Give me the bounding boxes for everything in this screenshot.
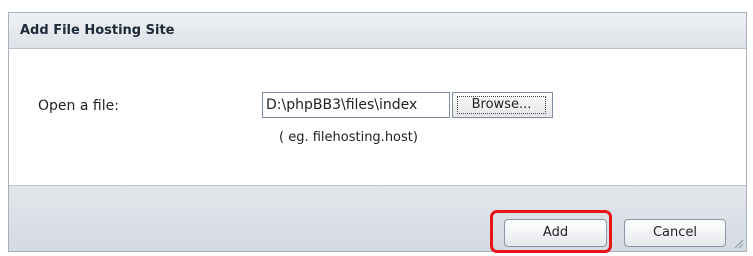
dialog-titlebar[interactable]: Add File Hosting Site	[9, 13, 746, 49]
add-file-hosting-dialog: Add File Hosting Site Open a file: D:\ph…	[8, 12, 747, 253]
dialog-title: Add File Hosting Site	[20, 23, 175, 38]
dialog-footer: Add Cancel	[9, 185, 746, 253]
highlight-box	[490, 210, 612, 253]
browse-button-label: Browse...	[457, 96, 546, 114]
example-hint: ( eg. filehosting.host)	[279, 130, 418, 145]
file-path-field[interactable]: D:\phpBB3\files\index	[262, 92, 450, 118]
dialog-content: Open a file: D:\phpBB3\files\index Brows…	[9, 49, 746, 185]
open-file-label: Open a file:	[38, 98, 119, 114]
cancel-button[interactable]: Cancel	[624, 219, 726, 247]
resize-grip-icon[interactable]	[732, 237, 744, 249]
browse-button[interactable]: Browse...	[452, 92, 553, 118]
